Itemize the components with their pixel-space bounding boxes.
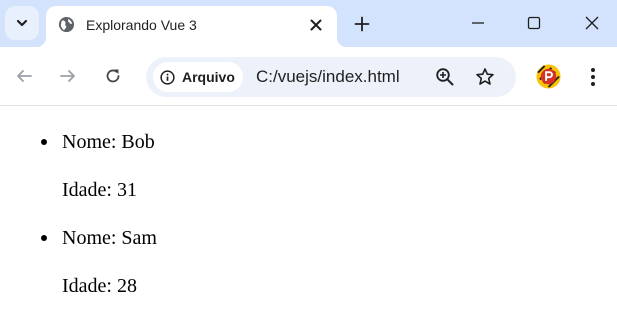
browser-menu-button[interactable]	[583, 64, 603, 90]
browser-toolbar: Arquivo C:/vuejs/index.html	[0, 47, 617, 106]
forward-button[interactable]	[55, 63, 81, 89]
info-icon	[160, 70, 175, 85]
bookmark-button[interactable]	[474, 66, 496, 88]
person-name: Nome: Bob	[62, 131, 155, 153]
bullet-marker	[41, 139, 47, 145]
new-tab-button[interactable]	[350, 12, 374, 36]
kebab-menu-icon	[591, 68, 595, 86]
page-content: Nome: Bob Idade: 31 Nome: Sam Idade: 28	[0, 107, 617, 325]
person-age: Idade: 31	[62, 179, 137, 201]
reload-button[interactable]	[100, 63, 126, 89]
minimize-icon	[472, 22, 484, 24]
tab-strip: Explorando Vue 3	[0, 0, 617, 47]
close-icon	[310, 19, 322, 31]
back-button[interactable]	[11, 63, 37, 89]
url-text[interactable]: C:/vuejs/index.html	[256, 67, 400, 87]
minimize-button[interactable]	[463, 8, 493, 38]
close-icon	[585, 16, 599, 30]
close-window-button[interactable]	[577, 8, 607, 38]
back-arrow-icon	[17, 70, 32, 82]
person-name: Nome: Sam	[62, 227, 157, 249]
maximize-icon	[527, 16, 541, 30]
chevron-down-icon	[16, 19, 28, 27]
tab-title: Explorando Vue 3	[86, 17, 197, 33]
star-icon	[476, 68, 494, 85]
address-bar[interactable]: Arquivo C:/vuejs/index.html	[146, 57, 516, 97]
maximize-button[interactable]	[519, 8, 549, 38]
profile-avatar-icon[interactable]	[536, 64, 561, 89]
zoom-button[interactable]	[434, 66, 456, 88]
reload-icon	[106, 69, 120, 83]
tab-close-button[interactable]	[305, 14, 327, 36]
forward-arrow-icon	[60, 70, 75, 82]
site-info-chip[interactable]: Arquivo	[153, 62, 243, 92]
zoom-in-icon	[436, 68, 454, 86]
tab-search-button[interactable]	[5, 6, 39, 40]
bullet-marker	[41, 235, 47, 241]
site-chip-label: Arquivo	[182, 69, 235, 85]
globe-icon	[58, 16, 75, 33]
person-age: Idade: 28	[62, 275, 137, 297]
active-tab[interactable]: Explorando Vue 3	[36, 6, 347, 47]
plus-icon	[354, 16, 370, 32]
